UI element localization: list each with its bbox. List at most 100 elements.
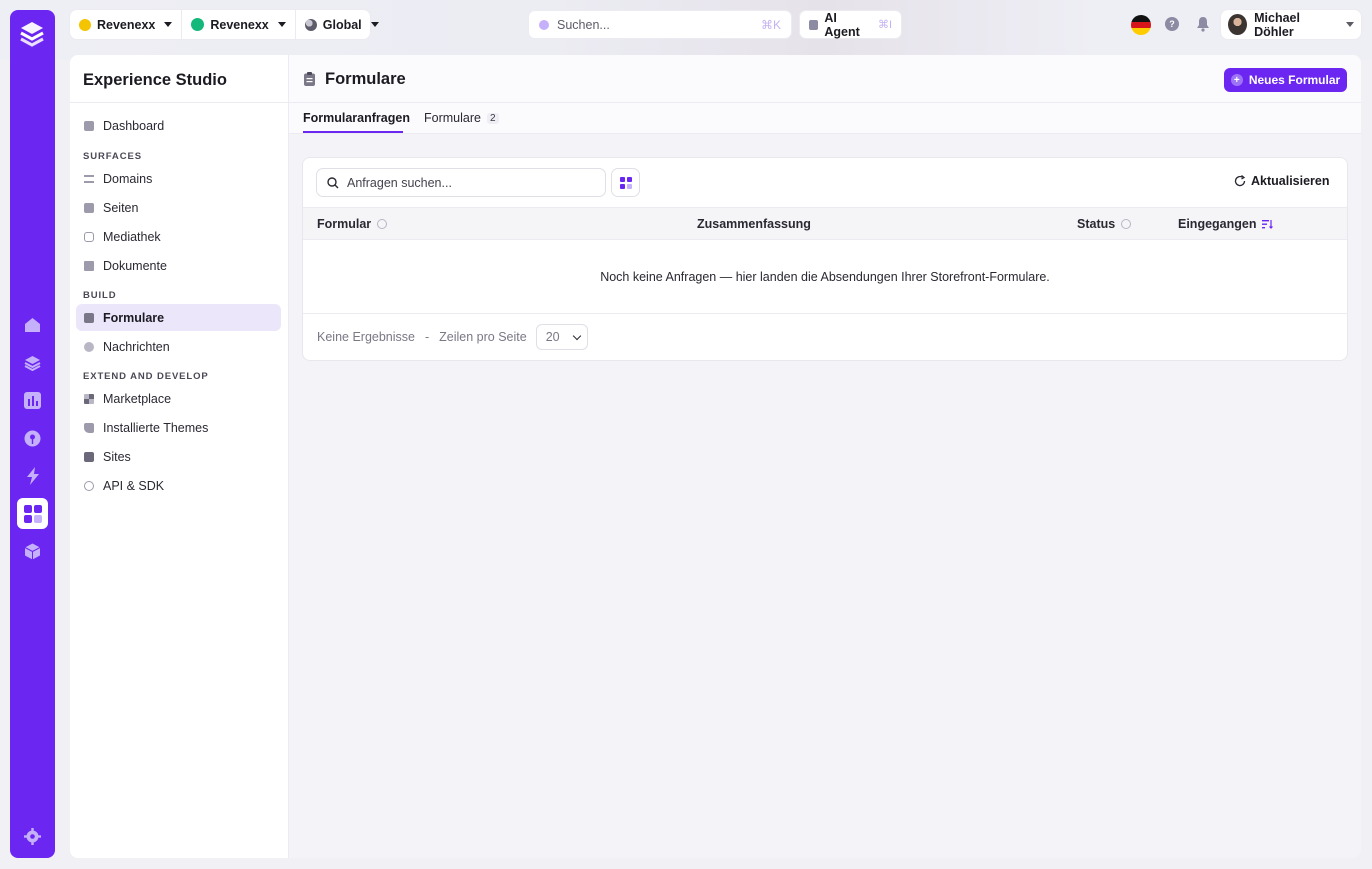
refresh-icon <box>1234 175 1246 187</box>
sidebar-item-formulare[interactable]: Formulare <box>76 304 281 331</box>
chevron-down-icon <box>277 22 286 27</box>
sidebar-item-themes[interactable]: Installierte Themes <box>76 414 281 441</box>
sidebar-item-marketplace[interactable]: Marketplace <box>76 385 281 412</box>
search-icon <box>539 19 549 30</box>
column-zusammenfassung: Zusammenfassung <box>697 217 811 231</box>
column-label: Formular <box>317 217 372 231</box>
sidebar-item-label: Seiten <box>103 200 139 215</box>
page-header: Formulare + Neues Formular <box>289 55 1361 103</box>
active-tab-indicator <box>303 131 403 133</box>
sidebar-item-dokumente[interactable]: Dokumente <box>76 252 281 279</box>
avatar <box>1228 14 1248 35</box>
user-name: Michael Döhler <box>1254 10 1300 39</box>
results-count: Keine Ergebnisse <box>317 330 415 344</box>
requests-search-input[interactable] <box>347 175 595 190</box>
pin-icon[interactable] <box>17 423 48 454</box>
sidebar-item-label: Sites <box>103 449 131 464</box>
logo-icon[interactable] <box>18 20 47 48</box>
tab-label: Formularanfragen <box>303 111 410 125</box>
column-label: Zusammenfassung <box>697 217 811 231</box>
sort-icon <box>1121 219 1132 229</box>
rows-per-page-value: 20 <box>545 330 560 344</box>
column-status[interactable]: Status <box>1077 217 1132 231</box>
clipboard-icon <box>304 72 315 89</box>
grid-icon <box>84 393 94 404</box>
sidebar-item-nachrichten[interactable]: Nachrichten <box>76 333 281 360</box>
plus-icon: + <box>1230 74 1243 86</box>
page-title: Formulare <box>325 70 406 88</box>
chevron-down-icon <box>572 331 581 340</box>
app-rail <box>10 10 55 858</box>
table-header: Formular Zusammenfassung Status Eingegan… <box>303 207 1347 240</box>
section-build: BUILD <box>83 290 117 301</box>
chevron-down-icon <box>370 22 379 27</box>
sidebar-item-seiten[interactable]: Seiten <box>76 194 281 221</box>
bell-icon[interactable] <box>1196 16 1210 35</box>
sidebar-item-domains[interactable]: Domains <box>76 165 281 192</box>
column-eingegangen[interactable]: Eingegangen <box>1178 217 1274 231</box>
sidebar-item-label: API & SDK <box>103 478 165 493</box>
layers-icon[interactable] <box>17 347 48 378</box>
sidebar-item-label: Installierte Themes <box>103 420 209 435</box>
requests-search[interactable] <box>317 169 605 196</box>
sidebar-item-label: Formulare <box>103 310 165 325</box>
user-menu[interactable]: Michael Döhler <box>1221 10 1361 39</box>
tab-formulare[interactable]: Formulare 2 <box>424 111 499 125</box>
org-selector[interactable]: Revenexx <box>70 10 181 39</box>
image-icon <box>84 231 94 242</box>
sidebar-item-dashboard[interactable]: Dashboard <box>76 112 281 139</box>
column-formular[interactable]: Formular <box>317 217 388 231</box>
rows-per-page-select[interactable]: 20 <box>537 325 587 349</box>
apps-icon[interactable] <box>17 498 48 529</box>
rows-per-page-label: Zeilen pro Seite <box>439 330 527 344</box>
robot-icon <box>809 19 819 30</box>
grid-icon <box>619 176 632 189</box>
divider <box>70 102 289 103</box>
document-icon <box>84 260 94 271</box>
region-selector[interactable]: Global <box>294 10 388 39</box>
sidebar-item-label: Marketplace <box>103 391 172 406</box>
column-label: Eingegangen <box>1178 217 1257 231</box>
page-icon <box>84 202 94 213</box>
region-label: Global <box>322 17 362 32</box>
home-icon[interactable] <box>17 309 48 340</box>
sidebar-item-mediathek[interactable]: Mediathek <box>76 223 281 250</box>
store-selector[interactable]: Revenexx <box>181 10 294 39</box>
refresh-label: Aktualisieren <box>1251 174 1330 188</box>
chat-icon <box>84 341 94 352</box>
flag-icon[interactable] <box>1131 15 1151 35</box>
section-extend: EXTEND AND DEVELOP <box>83 371 209 382</box>
tab-count-badge: 2 <box>486 112 499 124</box>
building-icon <box>84 451 94 462</box>
tab-label: Formulare <box>424 111 481 125</box>
ai-agent-button[interactable]: AI Agent ⌘I <box>800 11 901 39</box>
main-content: Formulare + Neues Formular Formularanfra… <box>289 55 1361 858</box>
box-icon[interactable] <box>17 536 48 567</box>
ai-agent-shortcut: ⌘I <box>877 19 892 31</box>
code-icon <box>84 480 94 491</box>
sort-icon <box>377 219 388 229</box>
tab-formularanfragen[interactable]: Formularanfragen <box>303 111 410 125</box>
view-toggle-button[interactable] <box>612 169 639 196</box>
global-search-placeholder: Suchen... <box>557 17 610 32</box>
help-icon[interactable]: ? <box>1165 17 1179 31</box>
requests-table-card: Aktualisieren Formular Zusammenfassung S… <box>303 158 1347 360</box>
global-search[interactable]: Suchen... ⌘K <box>529 11 791 38</box>
settings-icon[interactable] <box>17 821 48 852</box>
bolt-icon[interactable] <box>17 460 48 491</box>
refresh-button[interactable]: Aktualisieren <box>1234 174 1330 188</box>
chart-icon[interactable] <box>17 385 48 416</box>
sidebar-item-label: Dokumente <box>103 258 167 273</box>
sidebar-item-api[interactable]: API & SDK <box>76 472 281 499</box>
dashboard-icon <box>84 120 94 131</box>
domains-icon <box>84 174 94 183</box>
column-label: Status <box>1077 217 1116 231</box>
store-status-icon <box>191 18 205 31</box>
sidebar-item-sites[interactable]: Sites <box>76 443 281 470</box>
org-logo-icon <box>79 18 91 31</box>
chevron-down-icon <box>1346 22 1354 27</box>
store-label: Revenexx <box>210 17 269 32</box>
sidebar: Experience Studio Dashboard SURFACES Dom… <box>70 55 289 858</box>
sidebar-item-label: Mediathek <box>103 229 161 244</box>
new-form-button[interactable]: + Neues Formular <box>1224 68 1347 92</box>
